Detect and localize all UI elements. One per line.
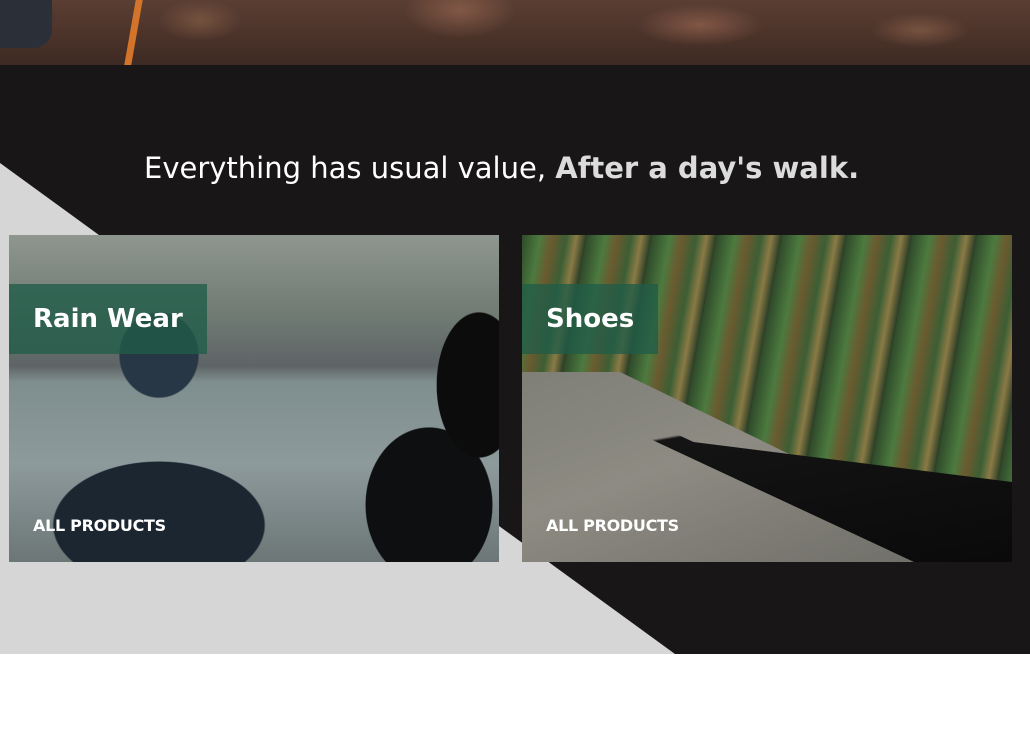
all-products-link-shoes[interactable]: ALL PRODUCTS: [546, 516, 679, 535]
featured-categories-section: Everything has usual value, After a day'…: [0, 65, 1030, 654]
card-title-shoes[interactable]: Shoes: [522, 284, 659, 354]
all-products-link-rain-wear[interactable]: ALL PRODUCTS: [33, 516, 166, 535]
card-title-rain-wear[interactable]: Rain Wear: [9, 284, 207, 354]
section-headline: Everything has usual value, After a day'…: [144, 151, 859, 185]
category-card-rain-wear[interactable]: Rain Wear ALL PRODUCTS: [9, 235, 499, 562]
page: Everything has usual value, After a day'…: [0, 0, 1030, 743]
headline-text: Everything has usual value,: [144, 151, 556, 185]
hero-boot-detail: [0, 0, 52, 48]
hero-trekking-pole: [124, 0, 143, 65]
category-card-shoes[interactable]: Shoes ALL PRODUCTS: [522, 235, 1012, 562]
hero-image: [0, 0, 1030, 65]
headline-accent-text: After a day's walk.: [555, 151, 860, 185]
